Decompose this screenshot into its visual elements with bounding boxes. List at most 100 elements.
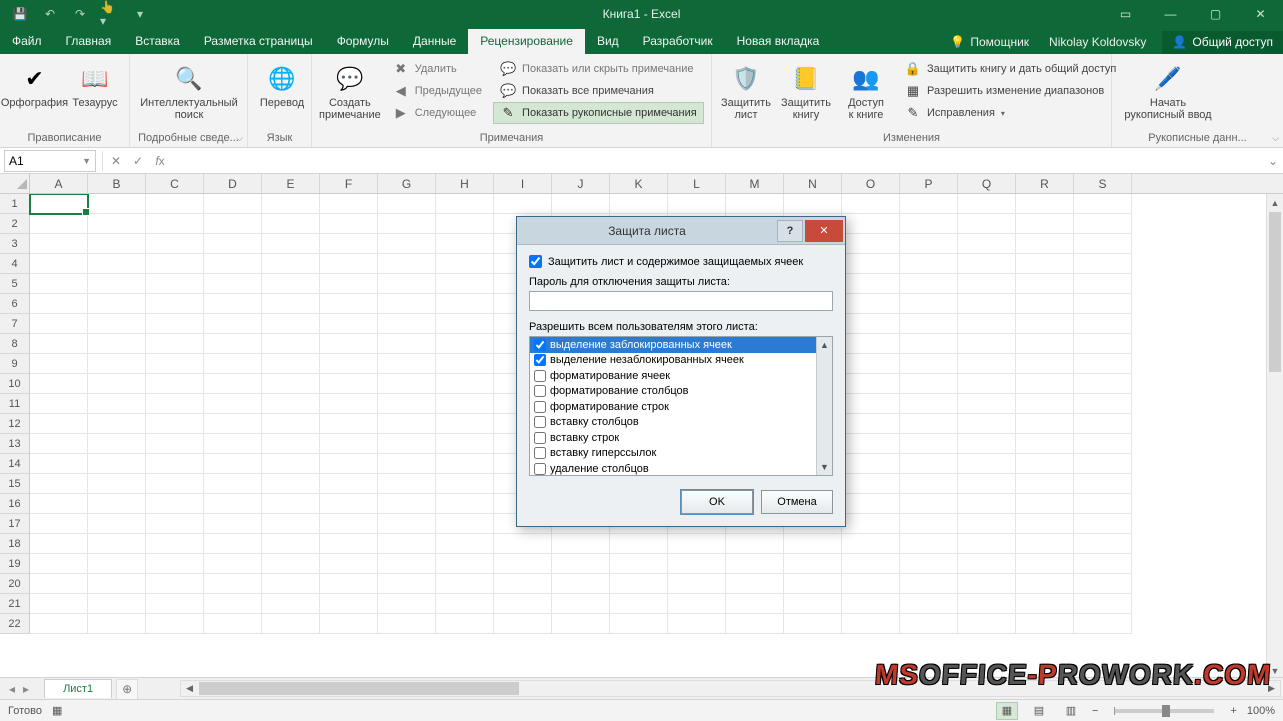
cell[interactable] bbox=[668, 594, 726, 614]
close-button[interactable]: ✕ bbox=[1238, 0, 1283, 28]
show-ink-comments-button[interactable]: ✎Показать рукописные примечания bbox=[493, 102, 704, 124]
cell[interactable] bbox=[436, 554, 494, 574]
redo-icon[interactable]: ↷ bbox=[70, 4, 90, 24]
cell[interactable] bbox=[784, 574, 842, 594]
cell[interactable] bbox=[842, 234, 900, 254]
cell[interactable] bbox=[436, 274, 494, 294]
cell[interactable] bbox=[784, 534, 842, 554]
cell[interactable] bbox=[958, 414, 1016, 434]
cell[interactable] bbox=[262, 194, 320, 214]
cell[interactable] bbox=[320, 374, 378, 394]
cell[interactable] bbox=[262, 594, 320, 614]
cell[interactable] bbox=[88, 214, 146, 234]
cell[interactable] bbox=[958, 234, 1016, 254]
cell[interactable] bbox=[378, 354, 436, 374]
cell[interactable] bbox=[1074, 534, 1132, 554]
account-name[interactable]: Nikolay Koldovsky bbox=[1039, 30, 1156, 54]
column-header[interactable]: P bbox=[900, 174, 958, 193]
cell[interactable] bbox=[204, 614, 262, 634]
cell[interactable] bbox=[900, 534, 958, 554]
tab-рецензирование[interactable]: Рецензирование bbox=[468, 29, 585, 54]
cell[interactable] bbox=[958, 274, 1016, 294]
cell[interactable] bbox=[88, 594, 146, 614]
cell[interactable] bbox=[610, 554, 668, 574]
cell[interactable] bbox=[204, 514, 262, 534]
cell[interactable] bbox=[958, 574, 1016, 594]
cell[interactable] bbox=[552, 574, 610, 594]
cell[interactable] bbox=[88, 314, 146, 334]
touch-mode-icon[interactable]: 👆▾ bbox=[100, 4, 120, 24]
cell[interactable] bbox=[842, 394, 900, 414]
row-header[interactable]: 20 bbox=[0, 574, 30, 594]
cell[interactable] bbox=[900, 594, 958, 614]
cell[interactable] bbox=[204, 354, 262, 374]
cell[interactable] bbox=[146, 474, 204, 494]
cell[interactable] bbox=[958, 394, 1016, 414]
cell[interactable] bbox=[1016, 314, 1074, 334]
share-button[interactable]: 👤Общий доступ bbox=[1162, 31, 1283, 54]
cell[interactable] bbox=[900, 474, 958, 494]
cell[interactable] bbox=[262, 454, 320, 474]
cell[interactable] bbox=[1016, 194, 1074, 214]
cell[interactable] bbox=[88, 334, 146, 354]
row-header[interactable]: 4 bbox=[0, 254, 30, 274]
row-header[interactable]: 7 bbox=[0, 314, 30, 334]
dialog-titlebar[interactable]: Защита листа ? ✕ bbox=[517, 217, 845, 245]
cell[interactable] bbox=[436, 534, 494, 554]
cell[interactable] bbox=[320, 494, 378, 514]
cell[interactable] bbox=[842, 214, 900, 234]
cell[interactable] bbox=[88, 354, 146, 374]
scroll-right-icon[interactable]: ▶ bbox=[1263, 681, 1280, 696]
cell[interactable] bbox=[958, 334, 1016, 354]
zoom-slider[interactable] bbox=[1114, 709, 1214, 713]
cell[interactable] bbox=[842, 194, 900, 214]
row-header[interactable]: 8 bbox=[0, 334, 30, 354]
cell[interactable] bbox=[1016, 514, 1074, 534]
row-header[interactable]: 16 bbox=[0, 494, 30, 514]
cell[interactable] bbox=[30, 294, 88, 314]
cell[interactable] bbox=[1074, 234, 1132, 254]
column-header[interactable]: J bbox=[552, 174, 610, 193]
cell[interactable] bbox=[262, 514, 320, 534]
zoom-percent[interactable]: 100% bbox=[1247, 705, 1275, 717]
permission-checkbox[interactable] bbox=[534, 401, 546, 413]
cell[interactable] bbox=[436, 334, 494, 354]
cell[interactable] bbox=[900, 374, 958, 394]
permission-item[interactable]: выделение заблокированных ячеек bbox=[530, 337, 816, 353]
cell[interactable] bbox=[842, 594, 900, 614]
column-header[interactable]: F bbox=[320, 174, 378, 193]
cell[interactable] bbox=[1074, 514, 1132, 534]
track-changes-button[interactable]: ✎Исправления ▾ bbox=[898, 102, 1123, 124]
cell[interactable] bbox=[146, 454, 204, 474]
protect-workbook-button[interactable]: 📒Защитить книгу bbox=[778, 58, 834, 128]
cell[interactable] bbox=[842, 294, 900, 314]
cell[interactable] bbox=[1074, 334, 1132, 354]
cell[interactable] bbox=[842, 274, 900, 294]
row-header[interactable]: 17 bbox=[0, 514, 30, 534]
cell[interactable] bbox=[30, 474, 88, 494]
cell[interactable] bbox=[262, 494, 320, 514]
column-header[interactable]: K bbox=[610, 174, 668, 193]
cell[interactable] bbox=[378, 334, 436, 354]
cell[interactable] bbox=[958, 494, 1016, 514]
column-header[interactable]: Q bbox=[958, 174, 1016, 193]
cell[interactable] bbox=[378, 374, 436, 394]
cell[interactable] bbox=[30, 234, 88, 254]
column-header[interactable]: I bbox=[494, 174, 552, 193]
cell[interactable] bbox=[320, 614, 378, 634]
minimize-button[interactable]: — bbox=[1148, 0, 1193, 28]
cell[interactable] bbox=[610, 534, 668, 554]
cell[interactable] bbox=[842, 314, 900, 334]
expand-formula-bar-icon[interactable]: ⌄ bbox=[1263, 154, 1283, 168]
column-header[interactable]: L bbox=[668, 174, 726, 193]
cell[interactable] bbox=[610, 614, 668, 634]
cell[interactable] bbox=[204, 474, 262, 494]
listbox-scrollbar[interactable]: ▲ ▼ bbox=[816, 337, 832, 475]
cell[interactable] bbox=[378, 414, 436, 434]
cell[interactable] bbox=[1016, 574, 1074, 594]
cell[interactable] bbox=[320, 454, 378, 474]
cell[interactable] bbox=[88, 274, 146, 294]
translate-button[interactable]: 🌐Перевод bbox=[254, 58, 310, 128]
cell[interactable] bbox=[204, 314, 262, 334]
tab-файл[interactable]: Файл bbox=[0, 29, 54, 54]
